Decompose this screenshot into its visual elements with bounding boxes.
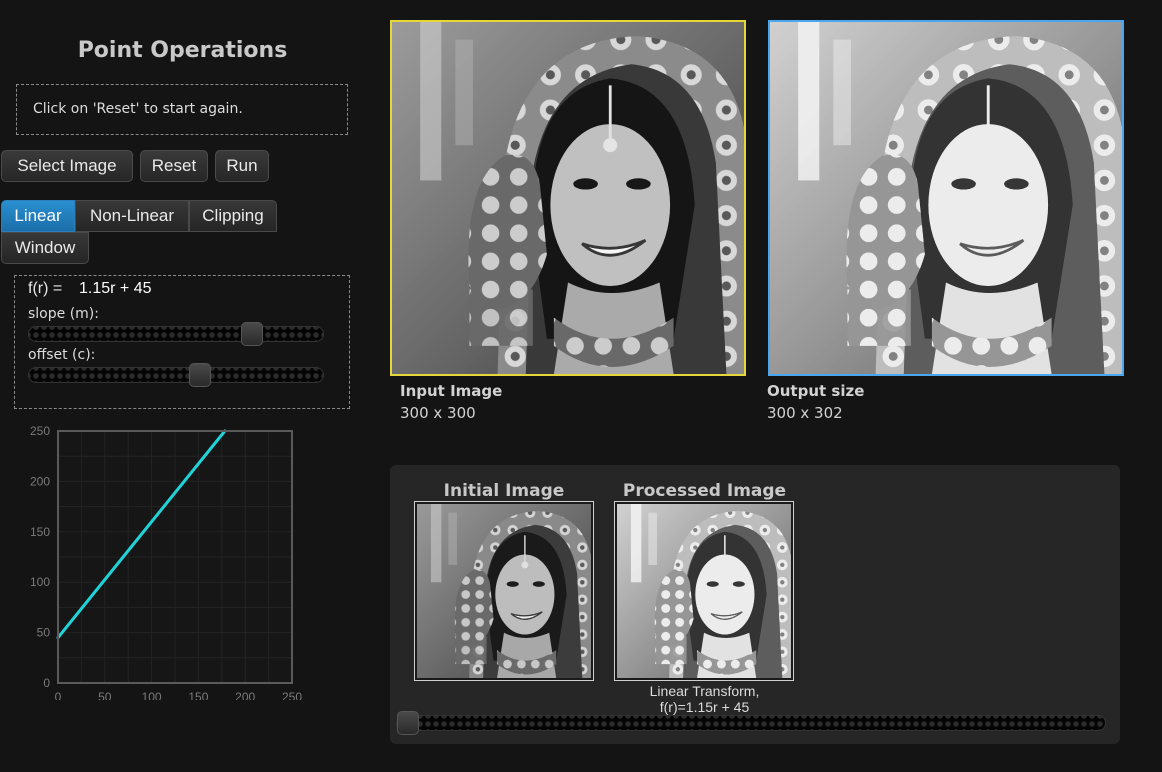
x-tick-label: 100 (142, 690, 162, 700)
parameters-panel (14, 275, 350, 409)
slope-label: slope (m): (28, 306, 99, 322)
x-tick-label: 50 (98, 690, 112, 700)
offset-slider[interactable] (28, 363, 324, 387)
output-image-label: Output size (767, 382, 865, 400)
tab-window[interactable]: Window (1, 232, 89, 264)
x-tick-label: 200 (235, 690, 255, 700)
tab-non-linear[interactable]: Non-Linear (75, 200, 189, 232)
x-tick-label: 0 (55, 690, 62, 700)
x-tick-label: 150 (188, 690, 208, 700)
offset-label: offset (c): (28, 347, 96, 363)
function-value: 1.15r + 45 (79, 280, 152, 297)
transform-chart: 0 50 100 150 200 250 0 50 100 150 200 250 (30, 424, 302, 700)
x-tick-label: 250 (282, 690, 302, 700)
tab-linear[interactable]: Linear (1, 200, 75, 232)
reset-button[interactable]: Reset (140, 150, 208, 182)
output-image-size: 300 x 302 (767, 404, 843, 422)
output-image (768, 20, 1124, 376)
slope-slider[interactable] (28, 322, 324, 346)
transform-caption-line1: Linear Transform, (649, 683, 760, 699)
y-tick-label: 100 (30, 575, 50, 589)
y-tick-label: 200 (30, 474, 50, 488)
select-image-button[interactable]: Select Image (1, 150, 133, 182)
transform-caption-line2: f(r)=1.15r + 45 (659, 699, 750, 715)
y-tick-label: 150 (30, 525, 50, 539)
y-tick-label: 250 (30, 424, 50, 438)
y-tick-label: 50 (37, 626, 51, 640)
run-button[interactable]: Run (215, 150, 269, 182)
processed-image-title: Processed Image (622, 481, 787, 501)
tab-clipping[interactable]: Clipping (189, 200, 277, 232)
input-image-size: 300 x 300 (400, 404, 476, 422)
comparison-slider[interactable] (396, 711, 1106, 735)
initial-image-thumbnail (414, 501, 594, 681)
comparison-slider-handle[interactable] (397, 711, 419, 735)
slope-slider-handle[interactable] (241, 322, 263, 346)
input-image-label: Input Image (400, 382, 503, 400)
app-title: Point Operations (77, 38, 288, 63)
function-label: f(r) = (28, 280, 63, 297)
initial-image-title: Initial Image (443, 481, 565, 501)
info-message-box: Click on 'Reset' to start again. (16, 84, 348, 135)
y-tick-label: 0 (43, 676, 50, 690)
offset-slider-handle[interactable] (189, 363, 211, 387)
info-message: Click on 'Reset' to start again. (33, 101, 243, 117)
input-image (390, 20, 746, 376)
processed-image-thumbnail (614, 501, 794, 681)
